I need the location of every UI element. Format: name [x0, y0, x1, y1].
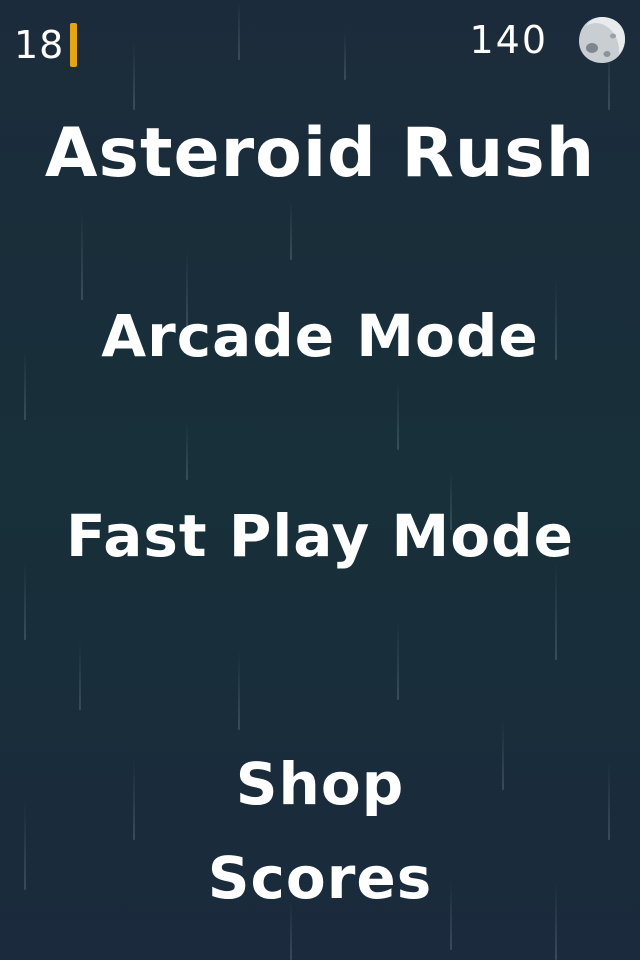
shop-button[interactable]: Shop — [0, 748, 640, 820]
scores-button[interactable]: Scores — [0, 842, 640, 914]
rain-streak — [24, 560, 26, 640]
coin-count: 140 — [469, 18, 548, 62]
rain-streak — [397, 380, 399, 450]
arcade-mode-button[interactable]: Arcade Mode — [0, 300, 640, 372]
rain-streak — [238, 650, 240, 730]
rain-streak — [79, 640, 81, 710]
fast-play-mode-button[interactable]: Fast Play Mode — [0, 500, 640, 572]
rain-streak — [344, 30, 346, 80]
level-number: 18 — [14, 23, 65, 67]
rain-streak — [238, 0, 240, 60]
rain-streak — [133, 40, 135, 110]
asteroid-icon — [579, 17, 625, 63]
level-progress-bar — [70, 23, 78, 67]
rain-streak — [555, 560, 557, 660]
rain-streak — [81, 210, 83, 300]
coin-counter: 140 — [469, 14, 628, 66]
rain-streak — [290, 200, 292, 260]
rain-streak — [397, 620, 399, 700]
rain-streak — [186, 420, 188, 480]
game-title: Asteroid Rush — [44, 114, 596, 193]
level-indicator: 18 — [14, 22, 78, 68]
